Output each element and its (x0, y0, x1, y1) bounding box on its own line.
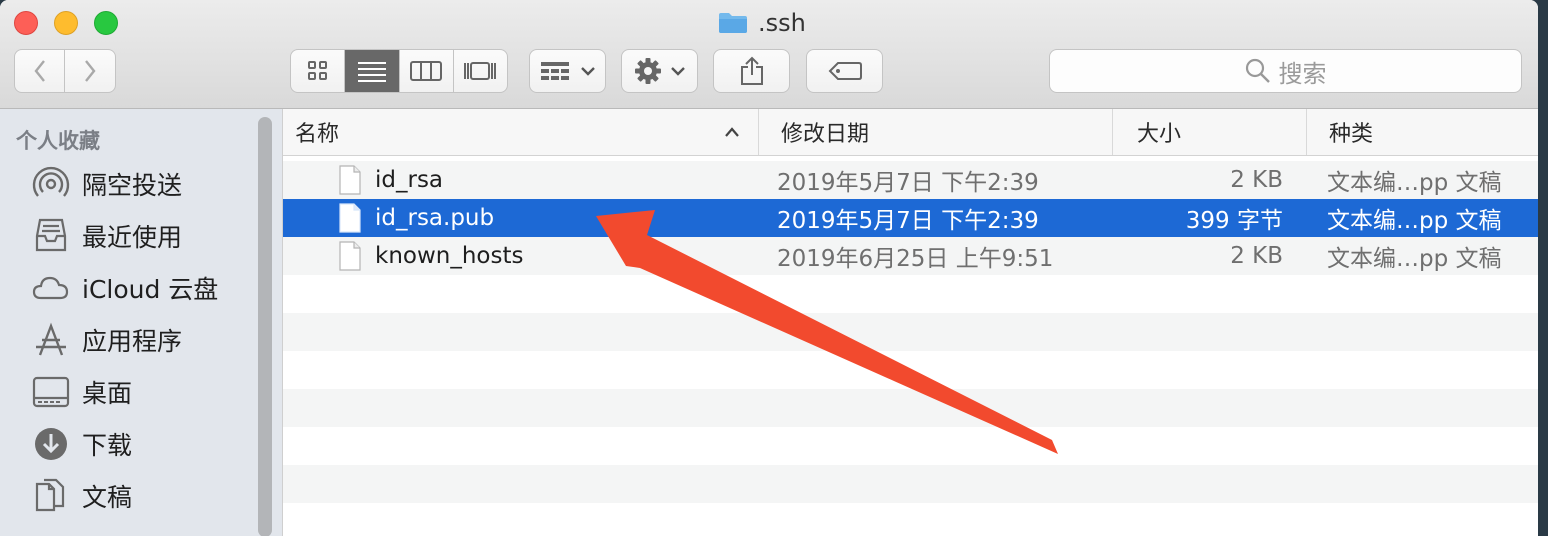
airdrop-icon (32, 166, 70, 197)
file-row-known-hosts[interactable]: known_hosts 2019年6月25日 上午9:51 2 KB 文本编…p… (283, 237, 1538, 275)
chevron-left-icon (33, 60, 45, 82)
column-size-label: 大小 (1137, 122, 1182, 147)
applications-icon (36, 322, 66, 356)
column-header-size[interactable]: 大小 (1113, 109, 1307, 155)
sidebar-item-icloud[interactable]: iCloud 云盘 (32, 266, 218, 310)
file-date: 2019年5月7日 下午2:39 (777, 208, 1039, 234)
chevron-down-icon (670, 67, 685, 76)
sidebar-item-label: 最近使用 (82, 223, 183, 252)
sidebar-section-favorites: 个人收藏 (16, 129, 100, 153)
file-size: 2 KB (1230, 167, 1283, 193)
column-name-label: 名称 (295, 122, 340, 147)
search-icon (1245, 58, 1270, 83)
tag-button[interactable] (806, 49, 883, 93)
sidebar-item-downloads[interactable]: 下载 (32, 422, 132, 466)
finder-window: .ssh 搜索 个人收藏 隔空投送 最近使用 iCloud 云盘 应用程序 桌面… (0, 0, 1538, 536)
icon-view-icon (307, 61, 327, 80)
column-header: 名称 修改日期 大小 种类 (283, 109, 1538, 156)
back-button[interactable] (14, 49, 65, 93)
document-icon (339, 203, 361, 233)
documents-icon (35, 478, 65, 512)
sidebar-item-label: 文稿 (82, 483, 133, 512)
sidebar: 个人收藏 隔空投送 最近使用 iCloud 云盘 应用程序 桌面 下载 文稿 (0, 109, 283, 536)
sidebar-item-label: 下载 (82, 431, 133, 460)
forward-button[interactable] (64, 49, 116, 93)
sidebar-item-airdrop[interactable]: 隔空投送 (32, 162, 182, 206)
empty-row (283, 275, 1538, 313)
sidebar-item-label: 隔空投送 (82, 171, 183, 200)
file-kind: 文本编…pp 文稿 (1327, 246, 1502, 272)
gallery-view-icon (464, 62, 497, 80)
column-header-date[interactable]: 修改日期 (759, 109, 1113, 155)
file-date: 2019年6月25日 上午9:51 (777, 246, 1054, 272)
close-button[interactable] (14, 11, 38, 35)
empty-row (283, 503, 1538, 536)
minimize-button[interactable] (54, 11, 78, 35)
chevron-down-icon (580, 67, 595, 76)
document-icon (339, 241, 361, 271)
icon-view-button[interactable] (291, 50, 346, 92)
sidebar-item-recents[interactable]: 最近使用 (32, 214, 182, 258)
share-icon (740, 56, 763, 85)
chevron-right-icon (85, 60, 96, 82)
group-icon (540, 62, 569, 80)
group-button[interactable] (529, 49, 606, 93)
column-kind-label: 种类 (1329, 122, 1374, 147)
folder-icon (719, 13, 747, 33)
file-size: 399 字节 (1185, 208, 1283, 234)
sidebar-item-documents[interactable]: 文稿 (32, 474, 132, 518)
empty-row (283, 313, 1538, 351)
file-row-id-rsa-pub[interactable]: id_rsa.pub 2019年5月7日 下午2:39 399 字节 文本编…p… (283, 199, 1538, 237)
zoom-button[interactable] (94, 11, 118, 35)
sidebar-item-label: 应用程序 (82, 327, 183, 356)
action-button[interactable] (621, 49, 698, 93)
file-list: 名称 修改日期 大小 种类 id_rsa 2019年5月7日 下午2:39 2 … (283, 109, 1538, 536)
gear-icon (634, 58, 661, 84)
tag-icon (828, 62, 862, 80)
sidebar-item-desktop[interactable]: 桌面 (32, 370, 132, 414)
view-mode-control (290, 49, 508, 93)
column-header-kind[interactable]: 种类 (1307, 109, 1538, 155)
toolbar: .ssh 搜索 (0, 0, 1538, 109)
recents-icon (35, 218, 67, 252)
sidebar-item-label: iCloud 云盘 (82, 275, 219, 304)
column-view-button[interactable] (400, 50, 454, 92)
sidebar-item-applications[interactable]: 应用程序 (32, 318, 182, 362)
sort-ascending-icon (725, 127, 739, 137)
list-view-button[interactable] (345, 50, 400, 92)
file-size: 2 KB (1230, 243, 1283, 269)
empty-row (283, 389, 1538, 427)
column-date-label: 修改日期 (781, 122, 870, 147)
column-header-name[interactable]: 名称 (283, 109, 759, 155)
cloud-icon (32, 276, 69, 300)
search-placeholder: 搜索 (1278, 59, 1327, 88)
window-title: .ssh (718, 6, 806, 40)
list-view-icon (357, 62, 386, 82)
desktop-icon (32, 376, 70, 408)
download-icon (35, 428, 67, 460)
empty-row (283, 351, 1538, 389)
column-view-icon (410, 61, 443, 81)
sidebar-item-label: 桌面 (82, 379, 133, 408)
share-button[interactable] (713, 49, 790, 93)
file-name: known_hosts (375, 243, 524, 269)
file-kind: 文本编…pp 文稿 (1327, 208, 1502, 234)
file-name: id_rsa.pub (375, 205, 495, 231)
document-icon (339, 165, 361, 195)
empty-row (283, 465, 1538, 503)
window-title-text: .ssh (758, 9, 806, 37)
file-date: 2019年5月7日 下午2:39 (777, 170, 1039, 196)
sidebar-scrollbar[interactable] (258, 117, 272, 536)
file-name: id_rsa (375, 167, 444, 193)
empty-row (283, 427, 1538, 465)
gallery-view-button[interactable] (454, 50, 507, 92)
search-field[interactable]: 搜索 (1049, 49, 1522, 93)
file-row-id-rsa[interactable]: id_rsa 2019年5月7日 下午2:39 2 KB 文本编…pp 文稿 (283, 161, 1538, 199)
file-kind: 文本编…pp 文稿 (1327, 170, 1502, 196)
